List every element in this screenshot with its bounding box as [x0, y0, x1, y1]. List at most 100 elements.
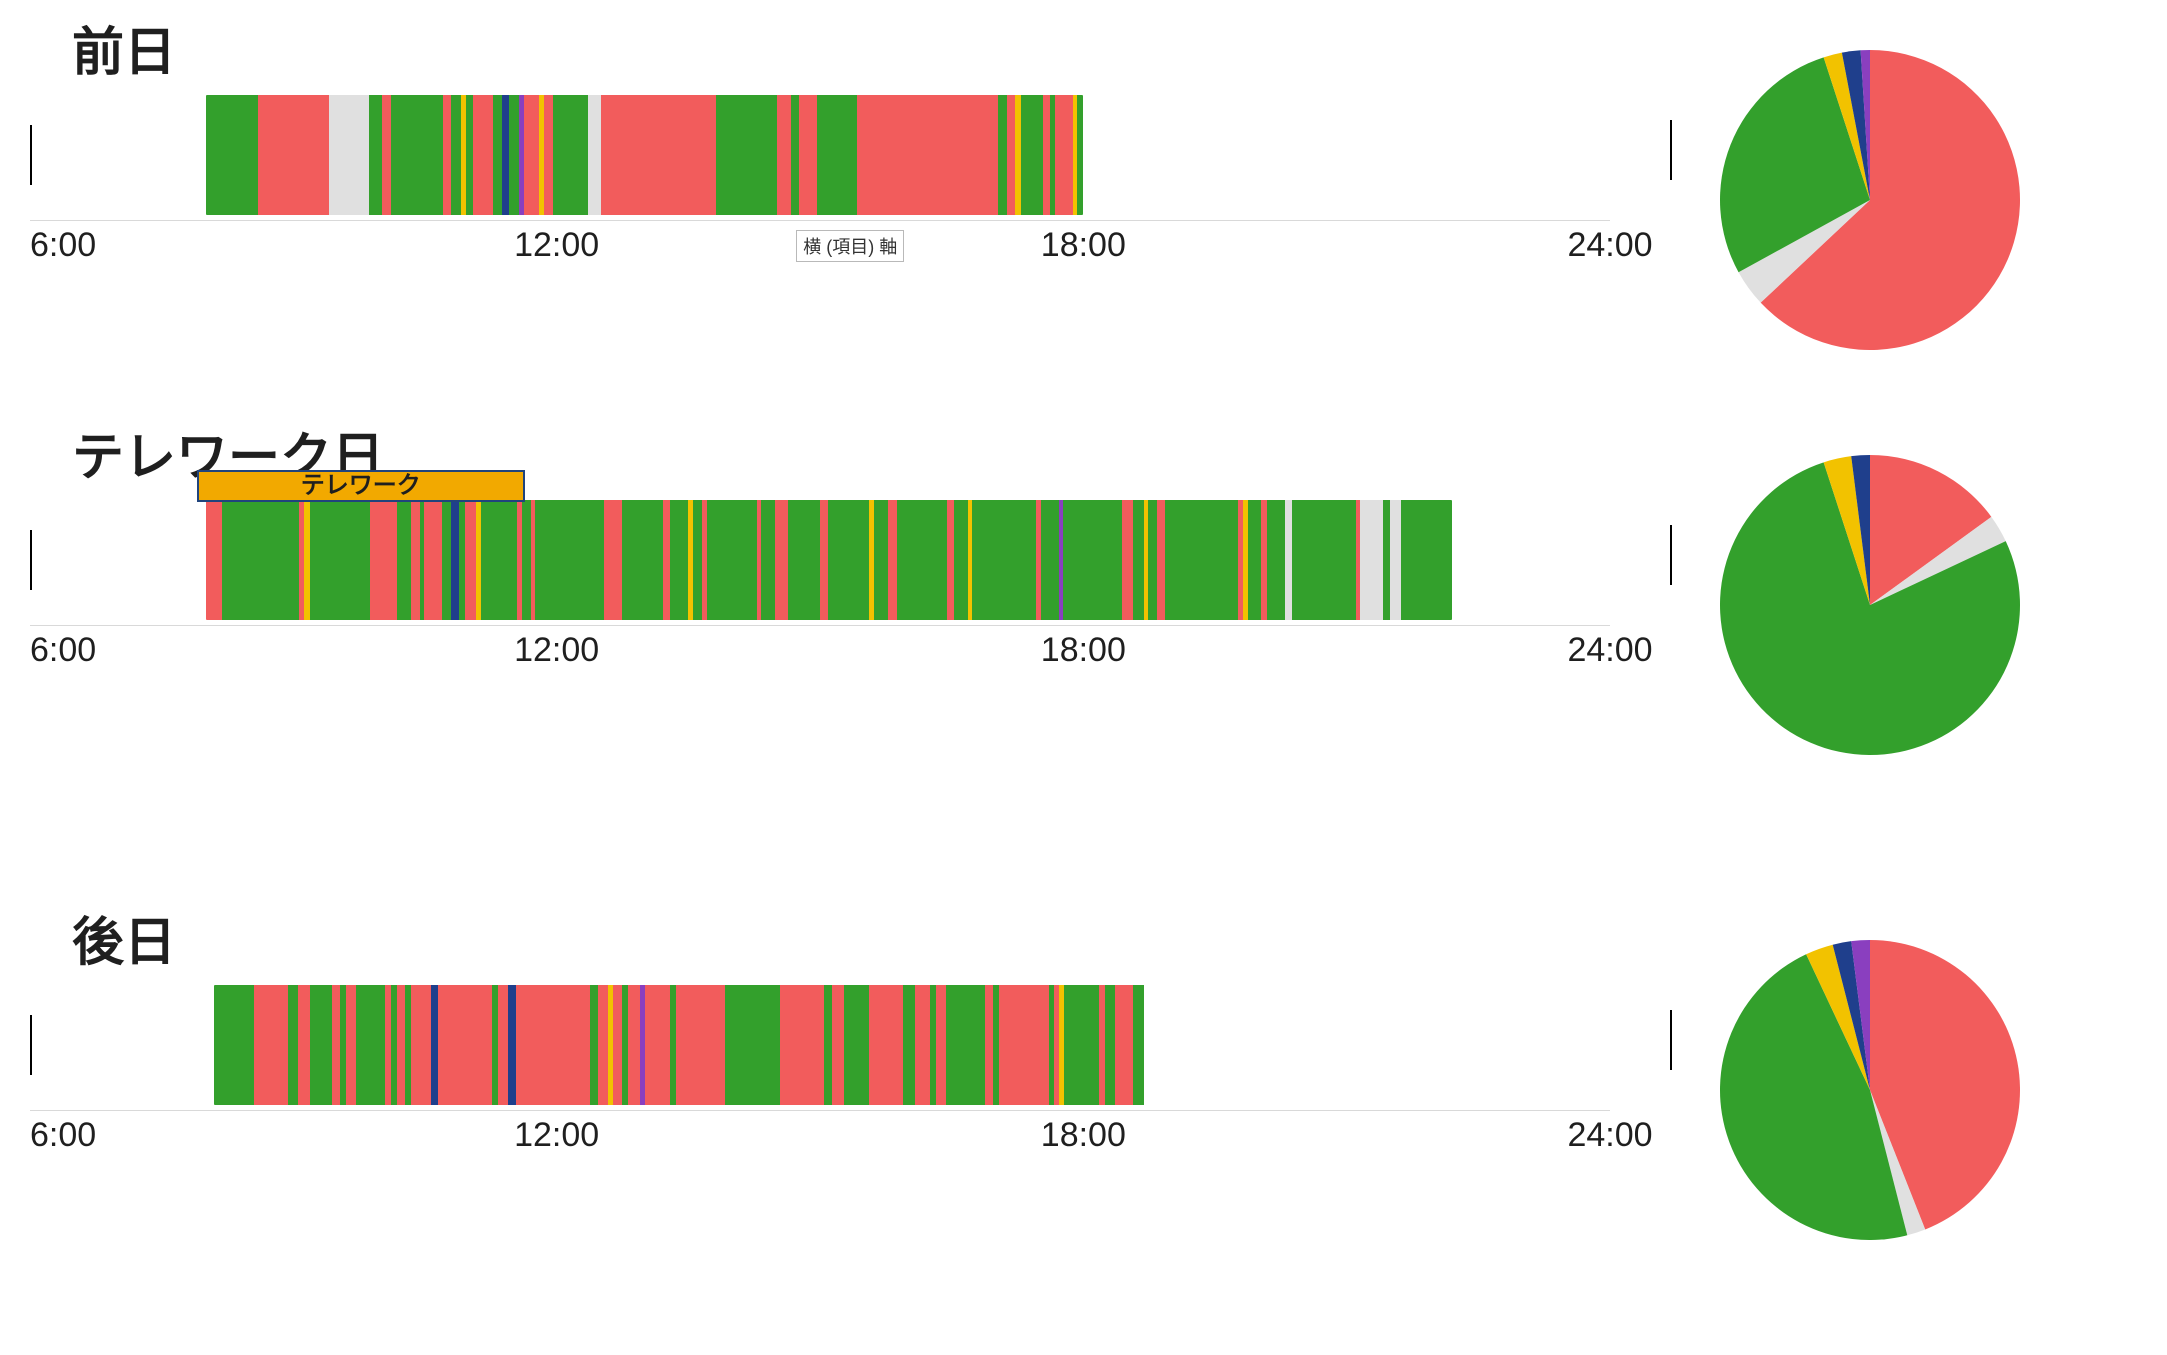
timeline-segment — [391, 95, 444, 215]
axis-tick-label: 24:00 — [1567, 631, 1652, 670]
timeline-segment — [451, 500, 458, 620]
timeline-segment — [431, 985, 438, 1105]
axis-tick-left — [30, 125, 32, 185]
timeline-segment — [857, 95, 998, 215]
timeline-segment — [498, 985, 508, 1105]
axis-tick-label: 18:00 — [1041, 631, 1126, 670]
timeline-segment — [1055, 95, 1073, 215]
timeline-segment — [214, 985, 254, 1105]
timeline-segment — [524, 95, 540, 215]
timeline-segment — [465, 500, 476, 620]
timeline-segment — [947, 500, 954, 620]
timeline-segment — [663, 500, 670, 620]
row-title-prev: 前日 — [72, 10, 176, 85]
timeline-segment — [707, 500, 757, 620]
timeline-segment — [329, 95, 369, 215]
timeline-segment — [254, 985, 289, 1105]
timeline-segment — [1041, 500, 1059, 620]
timeline-segment — [508, 985, 516, 1105]
timeline-segment — [509, 95, 520, 215]
timeline-segment — [874, 500, 888, 620]
timeline-segment — [451, 95, 462, 215]
timeline-segment — [590, 985, 598, 1105]
timeline-segment — [443, 95, 450, 215]
axis-tick-label: 18:00 — [1041, 226, 1126, 265]
axis-baseline — [30, 220, 1610, 221]
timeline-segment — [869, 985, 904, 1105]
pie-chart-next — [1720, 940, 2020, 1245]
timeline-segment — [1285, 500, 1292, 620]
timeline-segment — [466, 95, 473, 215]
axis-tick-labels: 6:0012:0018:0024:00 — [30, 631, 1610, 671]
timeline-segment — [915, 985, 930, 1105]
timeline-bar-next — [214, 985, 1144, 1105]
timeline-segment — [788, 500, 820, 620]
timeline-segment — [1390, 500, 1401, 620]
axis-tick-label: 12:00 — [514, 631, 599, 670]
axis-tick-label: 6:00 — [30, 226, 96, 265]
timeline-segment — [258, 95, 329, 215]
timeline-segment — [1133, 985, 1145, 1105]
timeline-segment — [1063, 500, 1122, 620]
timeline-segment — [775, 500, 789, 620]
timeline-segment — [676, 985, 725, 1105]
timeline-segment — [332, 985, 340, 1105]
timeline-segment — [206, 95, 259, 215]
timeline-segment — [1383, 500, 1390, 620]
axis-tick-left — [30, 530, 32, 590]
axis-baseline — [30, 1110, 1610, 1111]
timeline-segment — [1157, 500, 1164, 620]
timeline-segment — [369, 95, 382, 215]
timeline-segment — [535, 500, 603, 620]
timeline-segment — [438, 985, 492, 1105]
timeline-segment — [310, 985, 332, 1105]
telework-badge: テレワーク — [197, 470, 525, 502]
pie-axis-tick — [1670, 1010, 1672, 1070]
timeline-segment — [888, 500, 897, 620]
timeline-bar-telework — [206, 500, 1452, 620]
timeline-segment — [588, 95, 601, 215]
axis-tick-label: 6:00 — [30, 631, 96, 670]
timeline-segment — [985, 985, 993, 1105]
timeline-segment — [411, 500, 420, 620]
axis-tick-label: 24:00 — [1567, 226, 1652, 265]
timeline-segment — [725, 985, 779, 1105]
pie-chart-telework — [1720, 455, 2020, 760]
timeline-segment — [346, 985, 356, 1105]
pie-axis-tick — [1670, 120, 1672, 180]
timeline-segment — [670, 500, 688, 620]
timeline-segment — [1148, 500, 1157, 620]
timeline-segment — [936, 985, 946, 1105]
timeline-segment — [780, 985, 824, 1105]
timeline-segment — [516, 985, 590, 1105]
axis-tick-left — [30, 1015, 32, 1075]
timeline-segment — [370, 500, 397, 620]
timeline-segment — [502, 95, 509, 215]
timeline-segment — [298, 985, 310, 1105]
axis-baseline — [30, 625, 1610, 626]
timeline-segment — [604, 500, 622, 620]
timeline-segment — [1292, 500, 1356, 620]
timeline-segment — [522, 500, 531, 620]
timeline-segment — [1043, 95, 1050, 215]
timeline-segment — [828, 500, 869, 620]
timeline-segment — [1007, 95, 1016, 215]
timeline-segment — [645, 985, 670, 1105]
timeline-segment — [424, 500, 442, 620]
timeline-segment — [761, 500, 775, 620]
pie-chart-prev — [1720, 50, 2020, 355]
timeline-segment — [601, 95, 716, 215]
timeline-segment — [397, 500, 411, 620]
timeline-segment — [824, 985, 832, 1105]
timeline-segment — [628, 985, 640, 1105]
axis-tick-label: 12:00 — [514, 1116, 599, 1155]
timeline-segment — [288, 985, 298, 1105]
timeline-segment — [799, 95, 817, 215]
timeline-segment — [442, 500, 451, 620]
timeline-segment — [1133, 500, 1144, 620]
timeline-segment — [598, 985, 608, 1105]
axis-tick-labels: 6:0012:0018:0024:00 — [30, 1116, 1610, 1156]
timeline-segment — [817, 95, 857, 215]
timeline-segment — [1064, 985, 1099, 1105]
timeline-segment — [397, 985, 405, 1105]
